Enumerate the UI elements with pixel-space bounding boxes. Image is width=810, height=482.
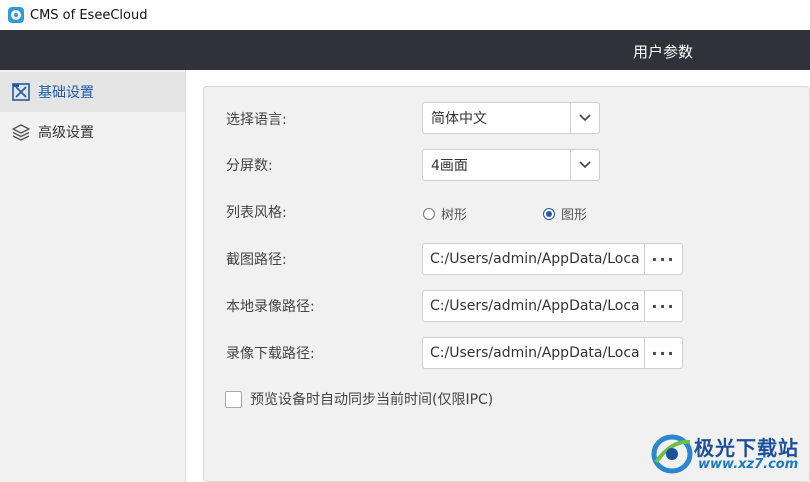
header-bar: 用户参数 (0, 30, 810, 70)
sync-time-option[interactable]: 预览设备时自动同步当前时间(仅限IPC) (225, 389, 493, 409)
radio-graphic-style[interactable]: 图形 (543, 204, 587, 223)
sidebar-item-label: 高级设置 (38, 125, 94, 141)
radio-tree-style[interactable]: 树形 (423, 204, 467, 223)
browse-button[interactable]: ··· (645, 338, 682, 368)
page-title: 用户参数 (633, 43, 694, 61)
app-logo-icon (8, 7, 24, 23)
sidebar-item-label: 基础设置 (38, 85, 94, 101)
browse-button[interactable]: ··· (645, 291, 682, 321)
record-download-path-field: C:/Users/admin/AppData/Loca ··· (422, 337, 683, 369)
list-style-label: 列表风格: (226, 205, 287, 221)
split-screen-select[interactable]: 4画面 (422, 149, 600, 181)
settings-panel (203, 86, 810, 482)
snapshot-path-field: C:/Users/admin/AppData/Loca ··· (422, 243, 683, 275)
basic-settings-icon (11, 82, 31, 102)
record-download-path-input[interactable]: C:/Users/admin/AppData/Loca (423, 338, 645, 368)
radio-label: 树形 (441, 208, 468, 223)
radio-button[interactable] (423, 207, 435, 220)
layers-icon (11, 122, 31, 142)
watermark: 极光下载站 www.xz7.com (646, 430, 810, 478)
language-value: 简体中文 (431, 111, 487, 127)
chevron-down-icon (570, 150, 599, 180)
split-screen-value: 4画面 (431, 158, 468, 174)
sidebar-item-basic-settings[interactable]: 基础设置 (0, 72, 186, 112)
record-download-path-label: 录像下载路径: (226, 346, 315, 362)
watermark-logo-icon (650, 432, 694, 474)
watermark-url: www.xz7.com (698, 457, 799, 472)
snapshot-path-label: 截图路径: (226, 252, 287, 268)
chevron-down-icon (570, 103, 599, 133)
language-select[interactable]: 简体中文 (422, 102, 600, 134)
sidebar-item-advanced-settings[interactable]: 高级设置 (0, 112, 186, 152)
sync-time-checkbox[interactable] (225, 390, 242, 408)
split-screen-label: 分屏数: (226, 158, 273, 174)
local-record-path-label: 本地录像路径: (226, 299, 315, 315)
radio-label: 图形 (561, 208, 588, 223)
sidebar: 基础设置 高级设置 (0, 70, 186, 482)
snapshot-path-input[interactable]: C:/Users/admin/AppData/Loca (423, 244, 645, 274)
radio-button[interactable] (543, 207, 555, 220)
language-label: 选择语言: (226, 112, 287, 128)
sync-time-label: 预览设备时自动同步当前时间(仅限IPC) (250, 392, 494, 408)
browse-button[interactable]: ··· (645, 244, 682, 274)
local-record-path-input[interactable]: C:/Users/admin/AppData/Loca (423, 291, 645, 321)
local-record-path-field: C:/Users/admin/AppData/Loca ··· (422, 290, 683, 322)
window-titlebar: CMS of EseeCloud (0, 0, 810, 30)
window-title: CMS of EseeCloud (30, 7, 148, 23)
